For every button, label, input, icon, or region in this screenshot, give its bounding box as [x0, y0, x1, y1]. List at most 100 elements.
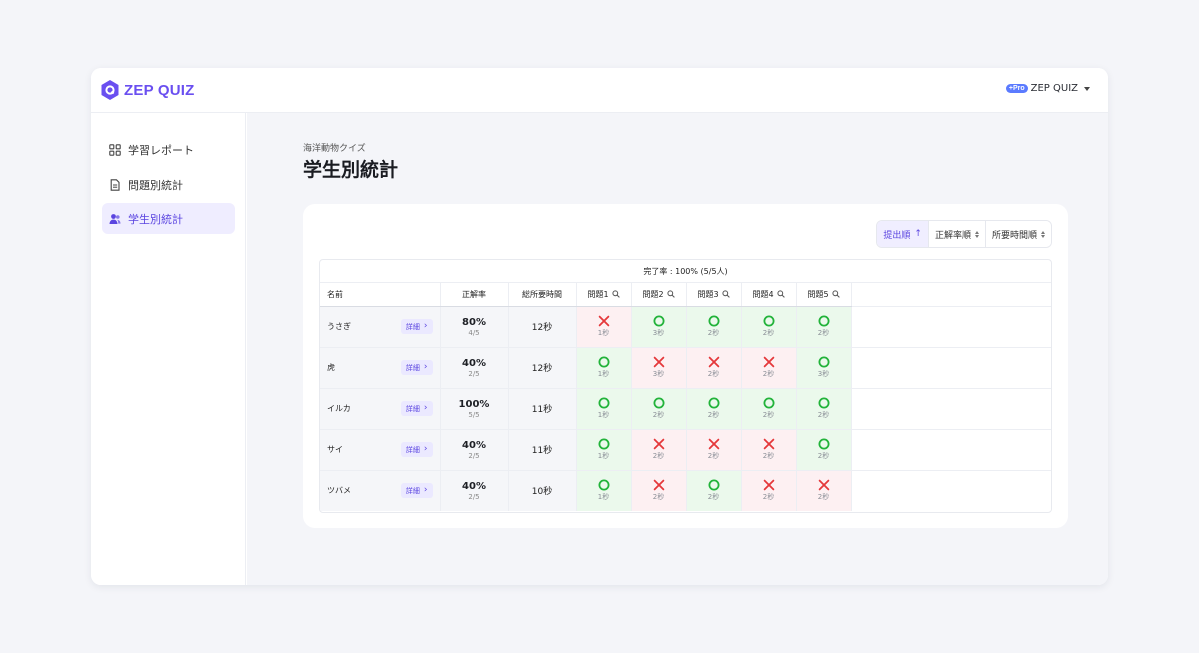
header-question[interactable]: 問題4: [741, 283, 797, 307]
sort-toggle-group: 提出順 ↑ 正解率順 所要時間順: [876, 220, 1052, 248]
wrong-cross-icon: [598, 315, 609, 327]
logo[interactable]: ZEP QUIZ: [101, 80, 195, 100]
header-question[interactable]: 問題5: [796, 283, 852, 307]
accuracy-score: 4/5: [468, 328, 480, 337]
student-name-cell: ツバメ 詳細 ›: [320, 470, 441, 511]
answer-cell: 2秒: [741, 388, 797, 430]
detail-button[interactable]: 詳細 ›: [400, 483, 433, 499]
student-name: イルカ: [327, 404, 351, 413]
header-question[interactable]: 問題3: [686, 283, 742, 307]
answer-time: 2秒: [707, 329, 720, 337]
sidebar-item-learning-report[interactable]: 学習レポート: [102, 134, 235, 165]
student-name: 虎: [327, 363, 335, 372]
sidebar-item-student-stats[interactable]: 学生別統計: [102, 203, 235, 234]
answer-time: 3秒: [652, 329, 665, 337]
document-icon: [110, 178, 120, 191]
wrong-cross-icon: [653, 438, 664, 450]
detail-button[interactable]: 詳細 ›: [400, 401, 433, 416]
question-label: 問題5: [807, 289, 829, 299]
question-label: 問題1: [587, 289, 609, 299]
caret-down-icon: [1084, 86, 1090, 91]
chevron-right-icon: ›: [423, 444, 428, 454]
question-header-wrap: 問題5: [807, 289, 840, 300]
total-time-cell: 12秒: [508, 347, 577, 389]
name-inner: 虎 詳細 ›: [327, 360, 433, 375]
correct-circle-icon: [708, 315, 719, 327]
answer-cell: 1秒: [576, 470, 632, 511]
sort-by-submission-button[interactable]: 提出順 ↑: [877, 221, 929, 247]
header-question[interactable]: 問題2: [631, 283, 687, 307]
correct-circle-icon: [763, 315, 774, 327]
accuracy-rate: 100%: [458, 398, 490, 410]
table-row: イルカ 詳細 › 100% 5/5 11秒 1秒 2秒 2秒 2秒 2秒: [320, 388, 1051, 430]
answer-cell: 2秒: [686, 470, 742, 511]
accuracy-score: 5/5: [468, 410, 480, 419]
answer-cell: 2秒: [686, 388, 742, 430]
sidebar-item-question-stats[interactable]: 問題別統計: [102, 169, 235, 200]
answer-time: 2秒: [707, 452, 720, 460]
correct-circle-icon: [818, 315, 829, 327]
accuracy-rate: 40%: [462, 357, 486, 369]
name-inner: うさぎ 詳細 ›: [327, 319, 433, 334]
page-title: 学生別統計: [303, 159, 399, 181]
wrong-cross-icon: [763, 479, 774, 491]
wrong-cross-icon: [818, 479, 829, 491]
top-bar: ZEP QUIZ +Pro ZEP QUIZ: [91, 68, 1108, 113]
answer-cell: 2秒: [796, 388, 852, 430]
row-filler: [851, 347, 1051, 389]
answer-cell: 1秒: [576, 388, 632, 430]
answer-time: 3秒: [817, 370, 830, 378]
correct-circle-icon: [598, 438, 609, 450]
header-name: 名前: [320, 283, 441, 307]
sort-label: 提出順: [883, 230, 911, 241]
answer-time: 2秒: [762, 370, 775, 378]
accuracy-rate: 40%: [462, 480, 486, 492]
total-time-cell: 12秒: [508, 306, 577, 348]
name-inner: ツバメ 詳細 ›: [327, 483, 433, 499]
correct-circle-icon: [708, 397, 719, 409]
total-time-cell: 10秒: [508, 470, 577, 511]
logo-text: ZEP QUIZ: [124, 81, 195, 99]
answer-cell: 2秒: [631, 429, 687, 471]
stats-card: 提出順 ↑ 正解率順 所要時間順 完了率 : 100% (5/5人) 名前 正解…: [303, 204, 1068, 528]
detail-button[interactable]: 詳細 ›: [400, 442, 433, 457]
sort-by-time-button[interactable]: 所要時間順: [985, 221, 1051, 247]
search-icon: [831, 290, 840, 299]
answer-cell: 3秒: [631, 306, 687, 348]
wrong-cross-icon: [653, 479, 664, 491]
correct-circle-icon: [818, 397, 829, 409]
answer-cell: 2秒: [631, 388, 687, 430]
correct-circle-icon: [653, 315, 664, 327]
chevron-right-icon: ›: [423, 403, 428, 413]
name-inner: イルカ 詳細 ›: [327, 401, 433, 416]
account-menu[interactable]: +Pro ZEP QUIZ: [1005, 83, 1090, 94]
sort-label: 正解率順: [934, 230, 971, 241]
detail-button[interactable]: 詳細 ›: [400, 360, 433, 375]
correct-circle-icon: [598, 356, 609, 368]
search-icon: [721, 290, 730, 299]
breadcrumb[interactable]: 海洋動物クイズ: [303, 141, 366, 154]
header-question[interactable]: 問題1: [576, 283, 632, 307]
accuracy-rate: 40%: [462, 439, 486, 451]
detail-label: 詳細: [405, 404, 420, 413]
answer-cell: 3秒: [631, 347, 687, 389]
answer-cell: 2秒: [796, 470, 852, 511]
student-name: うさぎ: [327, 322, 351, 331]
question-label: 問題3: [697, 289, 719, 299]
detail-button[interactable]: 詳細 ›: [400, 319, 433, 334]
sidebar-item-label: 学習レポート: [128, 143, 194, 157]
answer-cell: 2秒: [796, 306, 852, 348]
sort-by-accuracy-button[interactable]: 正解率順: [928, 221, 986, 247]
account-name: ZEP QUIZ: [1030, 83, 1078, 94]
chevron-right-icon: ›: [423, 485, 428, 496]
detail-label: 詳細: [405, 486, 420, 495]
row-filler: [851, 429, 1051, 471]
accuracy-cell: 40% 2/5: [440, 347, 509, 389]
answer-cell: 2秒: [686, 306, 742, 348]
answer-time: 1秒: [597, 493, 610, 502]
completion-rate: 完了率 : 100% (5/5人): [320, 260, 1051, 283]
answer-cell: 2秒: [686, 429, 742, 471]
accuracy-score: 2/5: [468, 451, 480, 460]
wrong-cross-icon: [653, 356, 664, 368]
chevron-right-icon: ›: [423, 321, 428, 331]
